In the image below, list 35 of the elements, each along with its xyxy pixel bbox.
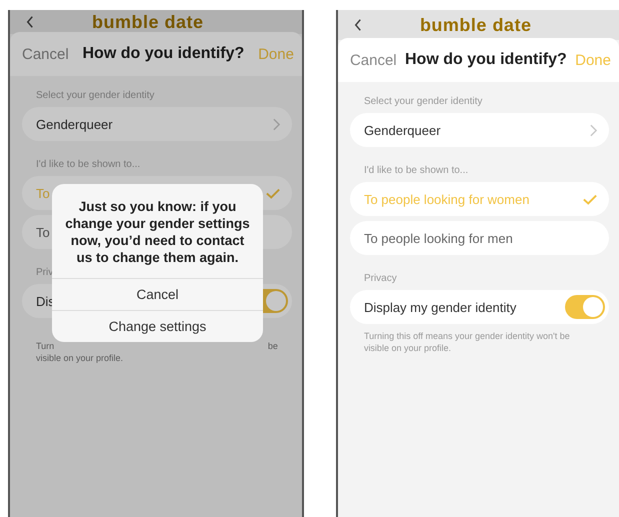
sheet-title: How do you identify? [405,51,567,69]
section-label: Privacy [364,273,398,284]
section-label: Select your gender identity [364,96,484,107]
footnote-text: Turning this off means your gender identity won't be visible on your profile. [364,330,571,354]
check-icon [266,188,280,198]
back-icon[interactable] [354,19,362,31]
sheet-title: How do you identify? [82,45,244,63]
footnote-text: visible on your profile. [36,352,124,364]
option-text: To [36,186,50,200]
footnote-text: be [268,340,278,352]
alert-button[interactable]: Change settings [52,310,263,342]
section-label: I'd like to be shown to... [364,165,470,176]
toggle-switch[interactable] [565,295,605,319]
alert-message: Just so you know: if you change your gender settings now, you’d need to contact us to change them again. [64,198,251,267]
section-label: I'd like to be shown to... [36,159,142,170]
option-row[interactable]: To people looking for men [350,221,609,255]
back-icon[interactable] [26,16,34,28]
check-icon [583,194,597,204]
option-text: To people looking for women [364,192,530,206]
toggle-label: Display my gender identity [364,300,516,314]
footnote-text: Turn [36,340,54,352]
gender-identity-row[interactable]: Genderqueer [22,107,292,141]
chevron-icon [590,124,597,136]
row-text: Genderqueer [364,122,441,138]
cancel-button[interactable]: Cancel [350,52,397,68]
gender-identity-row[interactable]: Genderqueer [350,113,609,147]
row-text: Genderqueer [36,116,113,132]
cancel-button[interactable]: Cancel [22,46,69,62]
section-label: Select your gender identity [36,90,156,101]
chevron-icon [272,118,280,130]
app-logo: bumble date [420,14,532,36]
alert-button[interactable]: Cancel [52,278,263,310]
app-logo: bumble date [92,12,204,32]
option-text: To [36,224,50,240]
option-text: To people looking for men [364,230,513,246]
